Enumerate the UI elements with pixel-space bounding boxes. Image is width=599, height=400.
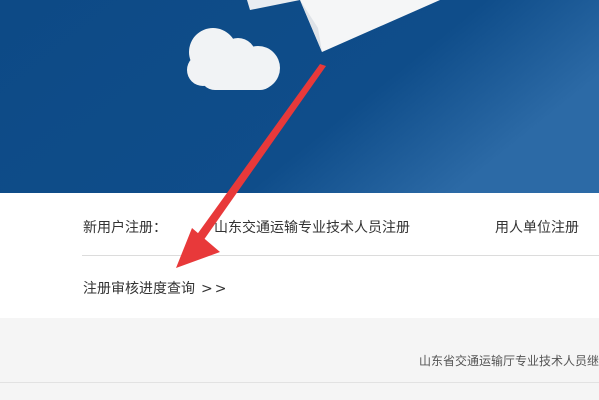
hero-banner [0,0,599,193]
double-chevron-icon: >> [201,281,229,297]
footer: 山东省交通运输厅专业技术人员继 [0,318,599,400]
employer-registration-link[interactable]: 用人单位注册 [495,217,579,237]
review-progress-query-link[interactable]: 注册审核进度查询 >> [83,278,228,298]
divider [82,255,599,256]
registration-row: 新用户注册： 山东交通运输专业技术人员注册 用人单位注册 [0,217,599,237]
new-user-registration-label: 新用户注册： [83,220,167,236]
footer-divider [0,382,599,383]
personal-registration-link[interactable]: 山东交通运输专业技术人员注册 [214,217,410,237]
review-progress-query-label[interactable]: 注册审核进度查询 [83,281,195,297]
footer-text: 山东省交通运输厅专业技术人员继 [418,354,599,368]
hero-illustration [0,0,599,193]
